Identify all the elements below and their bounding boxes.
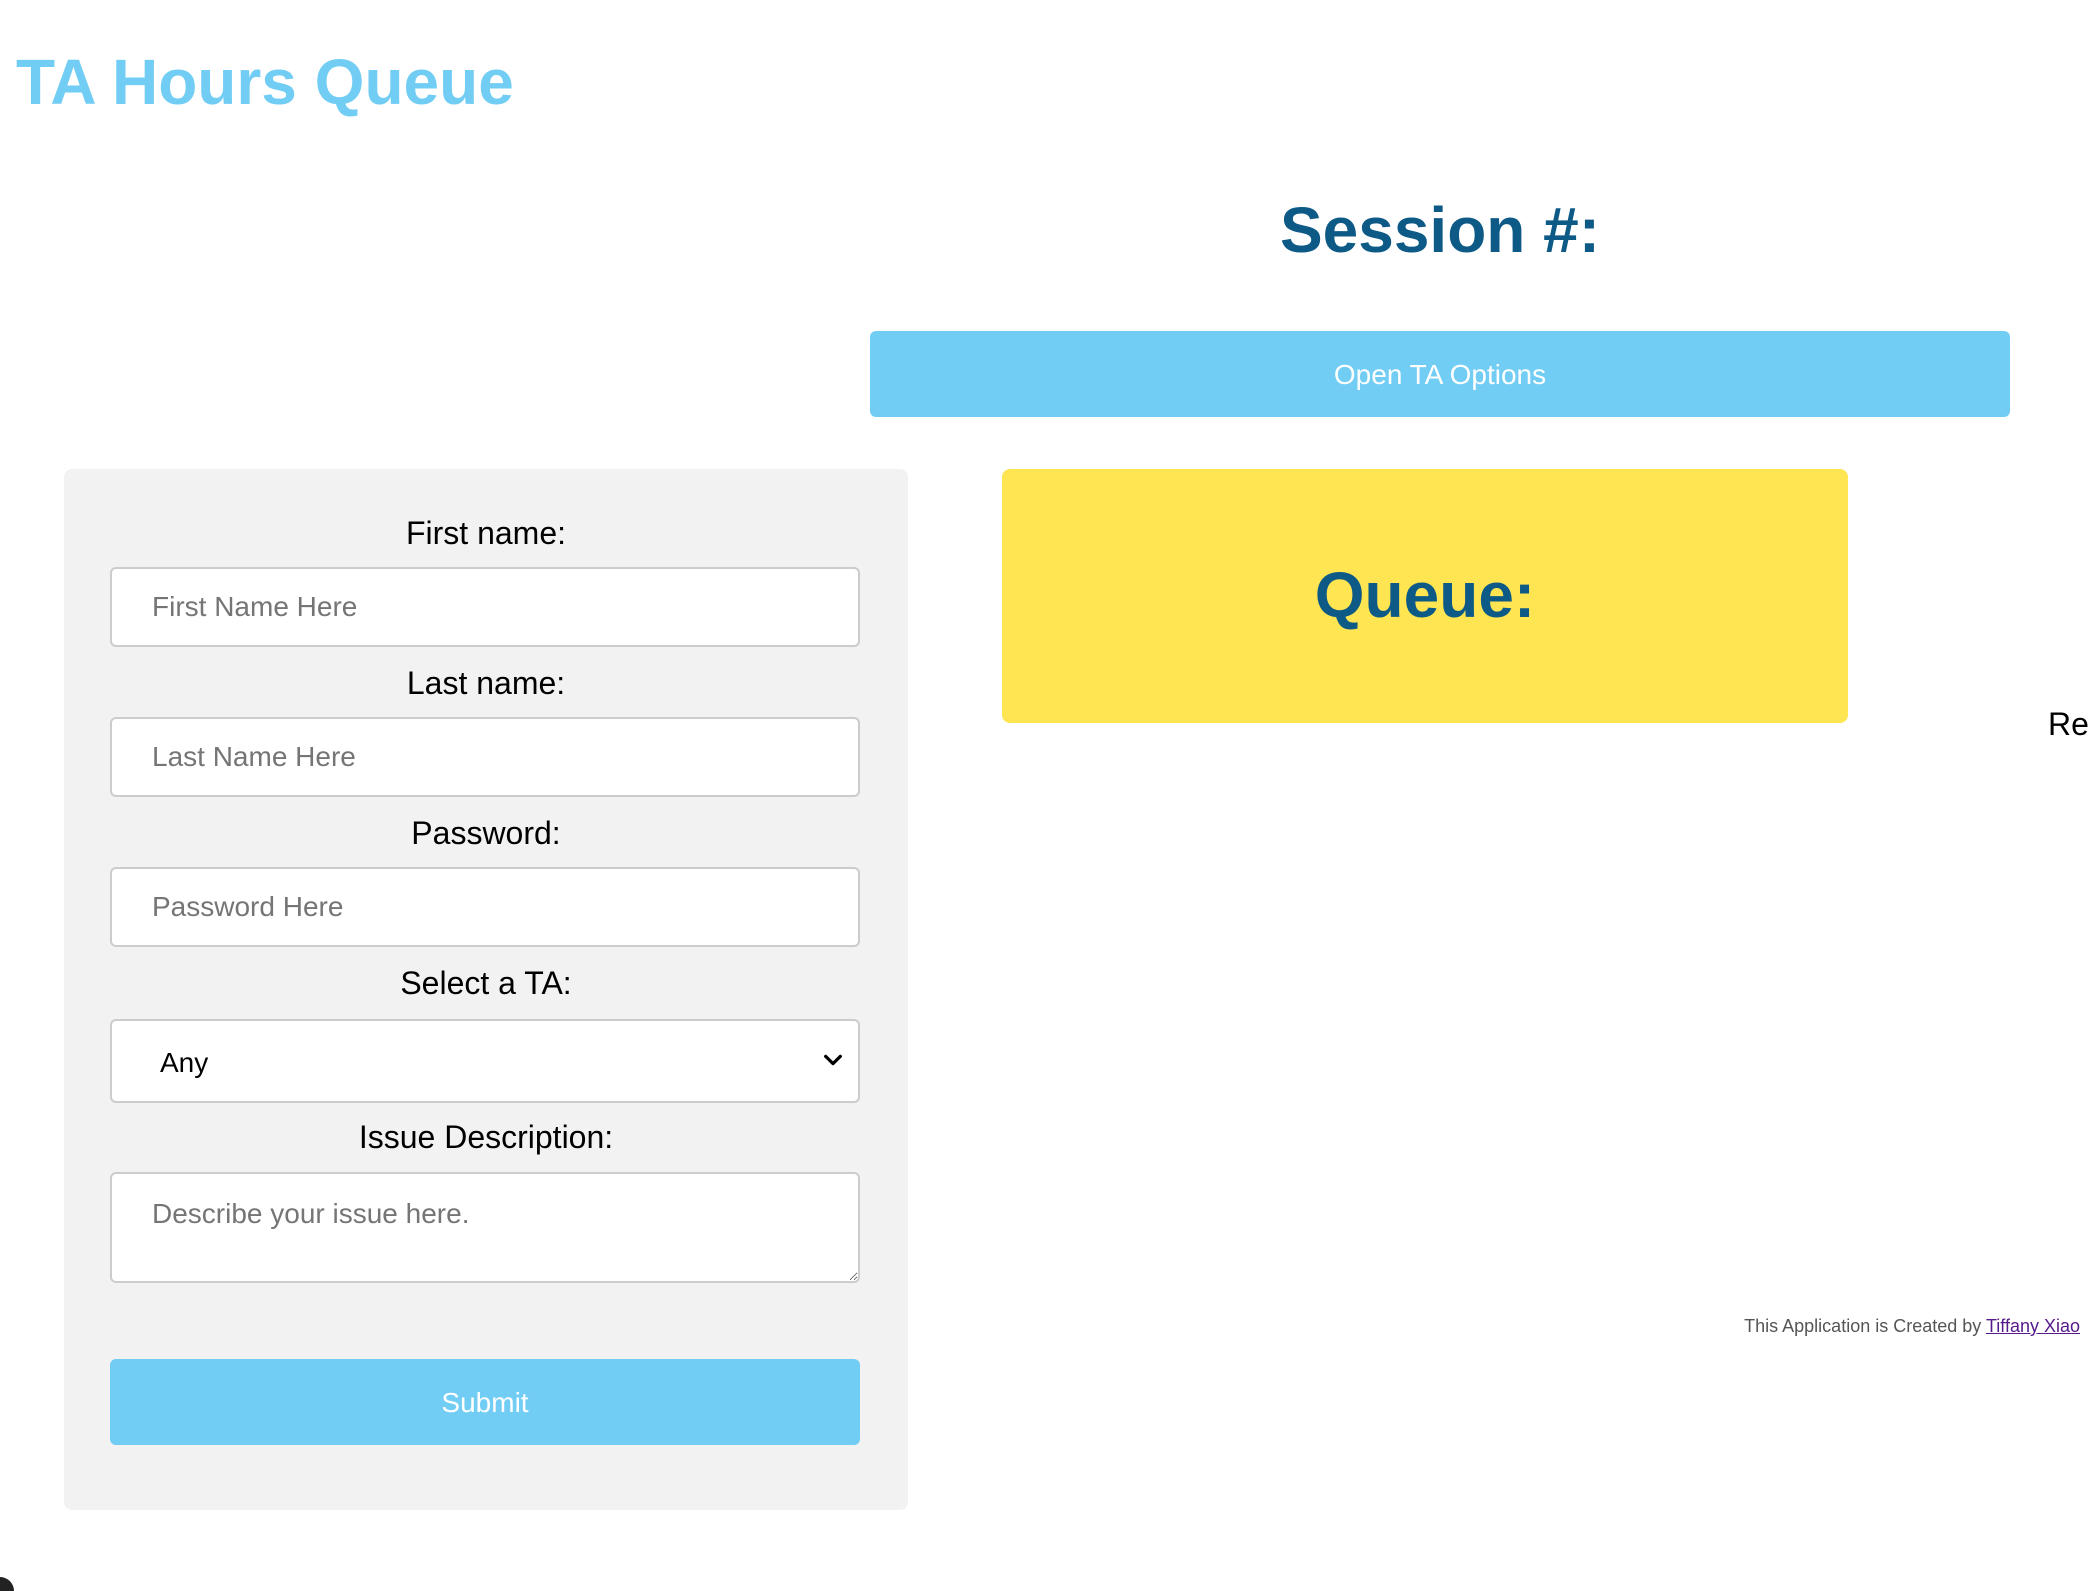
submit-button[interactable]: Submit — [110, 1359, 860, 1445]
last-name-input[interactable] — [110, 717, 860, 797]
footer-credit: This Application is Created by Tiffany X… — [1744, 1316, 2080, 1337]
queue-box: Queue: — [1002, 469, 1848, 723]
ta-select-value: Any — [160, 1047, 209, 1078]
student-form-panel: First name: Last name: Password: Select … — [64, 469, 908, 1510]
last-name-label: Last name: — [406, 665, 566, 701]
queue-title: Queue: — [1314, 559, 1536, 631]
first-name-label: First name: — [405, 515, 567, 551]
ta-select[interactable]: Any — [110, 1019, 860, 1103]
first-name-input[interactable] — [110, 567, 860, 647]
session-title: Session #: — [1279, 194, 1601, 266]
window-corner — [0, 1577, 14, 1591]
cutoff-heading-text: Re — [2048, 706, 2089, 742]
app-title: TA Hours Queue — [16, 46, 514, 118]
password-label: Password: — [411, 815, 561, 851]
password-input[interactable] — [110, 867, 860, 947]
chevron-down-icon — [824, 1054, 842, 1066]
open-ta-options-button[interactable]: Open TA Options — [870, 331, 2010, 417]
select-ta-label: Select a TA: — [400, 965, 572, 1001]
issue-description-label: Issue Description: — [358, 1119, 614, 1155]
issue-description-textarea[interactable] — [110, 1172, 860, 1283]
footer-credit-text: This Application is Created by — [1744, 1316, 1986, 1336]
author-link[interactable]: Tiffany Xiao — [1986, 1316, 2080, 1336]
